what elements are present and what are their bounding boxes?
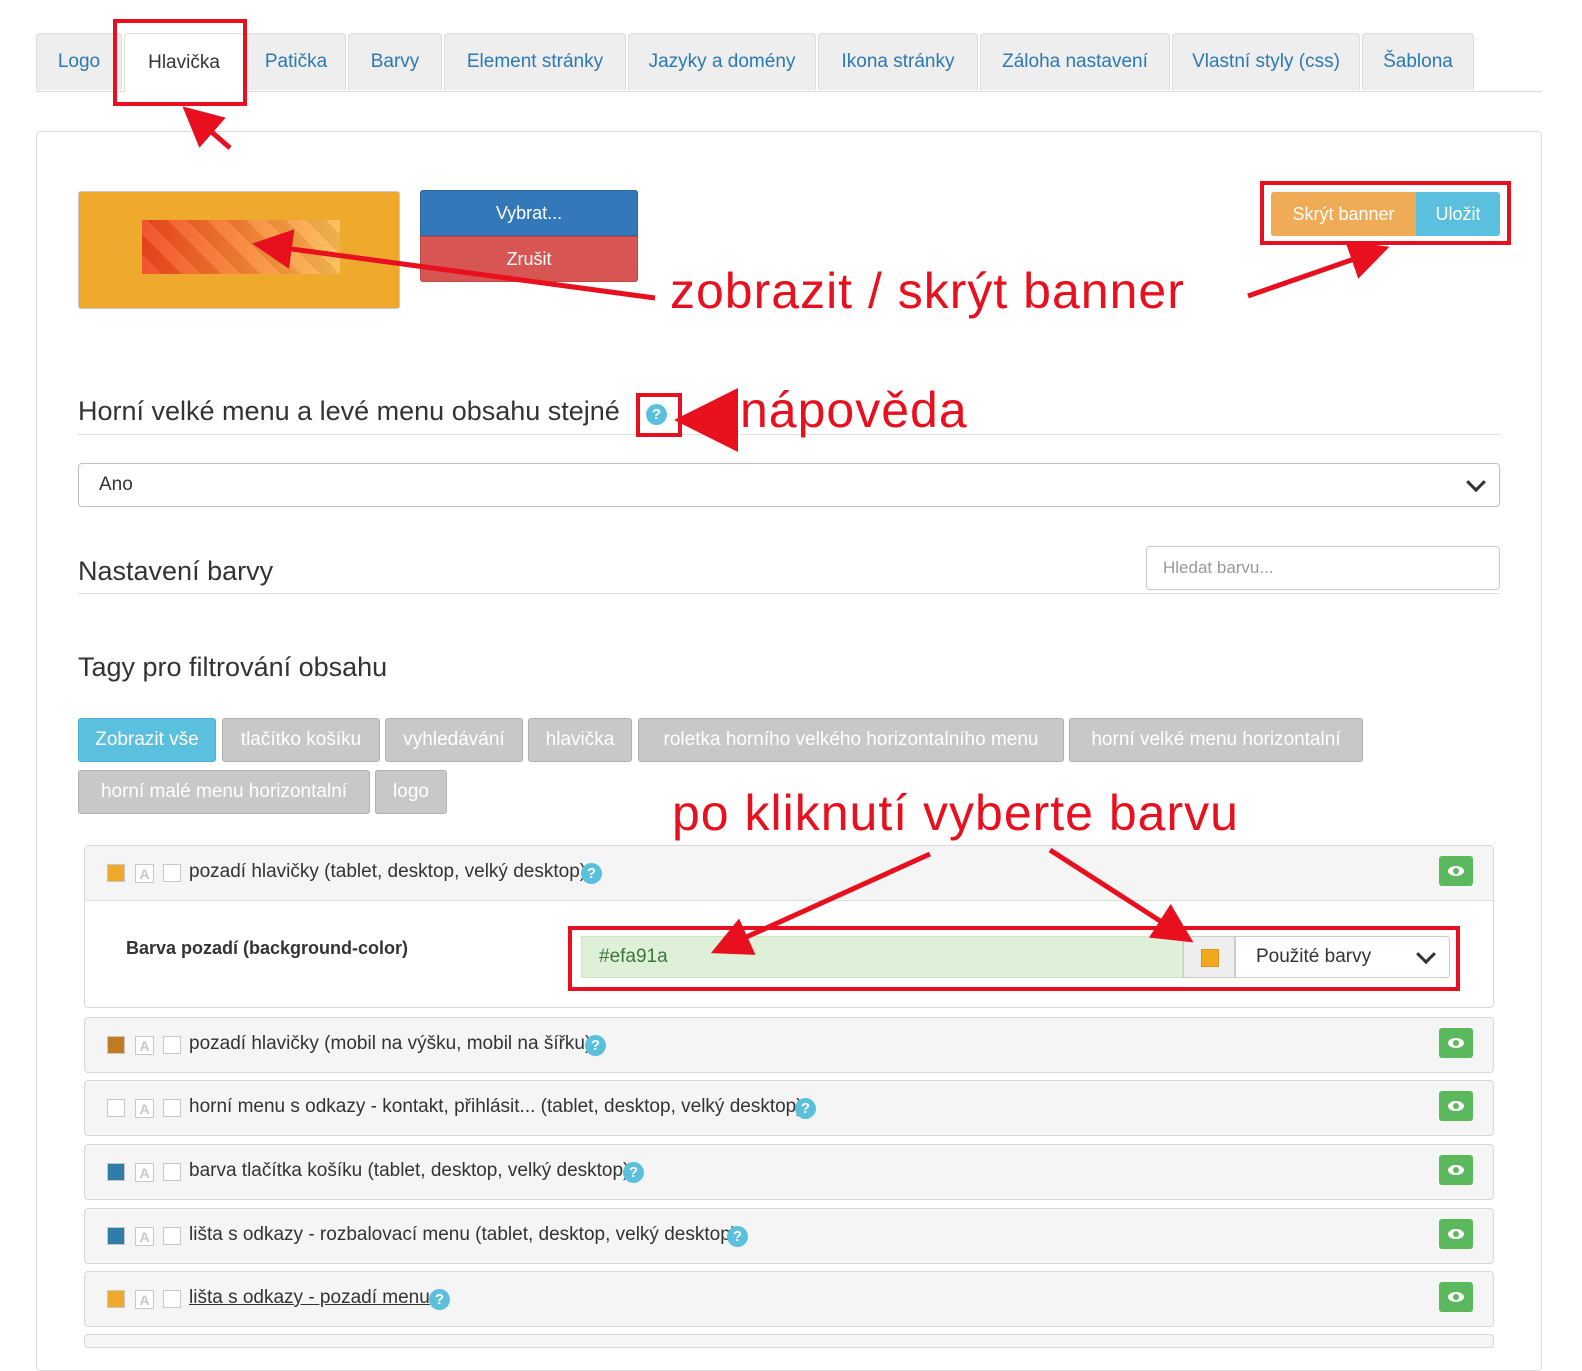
- arrow-to-hex-input: [710, 851, 932, 955]
- arrow-to-color-picker: [1048, 847, 1194, 943]
- arrow-to-banner-buttons: [1247, 240, 1390, 299]
- annotation-arrows: [182, 106, 1390, 955]
- arrow-to-header-tab: [182, 106, 232, 150]
- arrow-to-banner-preview: [252, 229, 656, 301]
